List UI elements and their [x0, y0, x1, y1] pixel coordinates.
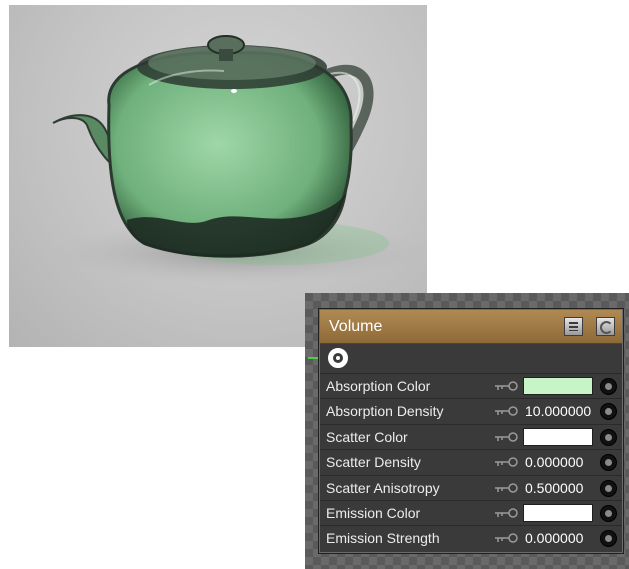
property-value[interactable]: 0.000000: [525, 454, 583, 470]
cycle-icon[interactable]: [596, 317, 615, 336]
node-title: Volume: [329, 318, 383, 335]
input-socket-icon[interactable]: [600, 530, 617, 548]
property-row[interactable]: Scatter Anisotropy 0.500000: [320, 474, 622, 501]
key-icon[interactable]: [494, 482, 520, 494]
property-label: Scatter Anisotropy: [326, 479, 440, 496]
input-socket-icon[interactable]: [600, 454, 617, 472]
property-label: Emission Strength: [326, 530, 440, 547]
property-row[interactable]: Scatter Density 0.000000: [320, 449, 622, 475]
color-swatch[interactable]: [523, 377, 593, 395]
key-icon[interactable]: [494, 507, 520, 519]
color-swatch[interactable]: [523, 504, 593, 522]
property-row[interactable]: Absorption Density 10.000000: [320, 398, 622, 424]
key-icon[interactable]: [494, 456, 520, 468]
key-icon[interactable]: [494, 405, 520, 417]
input-socket-icon[interactable]: [600, 505, 617, 522]
property-value[interactable]: 0.500000: [525, 480, 583, 496]
color-swatch[interactable]: [523, 427, 593, 446]
key-icon[interactable]: [494, 380, 520, 392]
output-socket-icon[interactable]: [328, 348, 348, 368]
input-socket-icon[interactable]: [600, 403, 617, 421]
property-label: Absorption Color: [326, 378, 431, 394]
list-icon[interactable]: [564, 317, 583, 336]
key-icon[interactable]: [494, 532, 520, 544]
key-icon[interactable]: [494, 431, 520, 443]
property-label: Absorption Density: [326, 403, 444, 420]
property-row[interactable]: Emission Strength 0.000000: [320, 525, 622, 551]
input-socket-icon[interactable]: [600, 479, 617, 497]
volume-node[interactable]: Volume Absorption Color Absorption Densit…: [318, 308, 624, 554]
property-label: Scatter Density: [326, 454, 421, 471]
property-value[interactable]: 0.000000: [525, 530, 583, 546]
input-socket-icon[interactable]: [600, 378, 617, 395]
property-row[interactable]: Emission Color: [320, 500, 622, 526]
property-value[interactable]: 10.000000: [525, 403, 591, 419]
output-row: [320, 344, 622, 373]
property-row[interactable]: Scatter Color: [320, 423, 622, 450]
property-row[interactable]: Absorption Color: [320, 373, 622, 399]
input-socket-icon[interactable]: [600, 428, 617, 446]
property-label: Emission Color: [326, 505, 421, 521]
node-header[interactable]: Volume: [320, 310, 622, 344]
property-label: Scatter Color: [326, 428, 408, 445]
